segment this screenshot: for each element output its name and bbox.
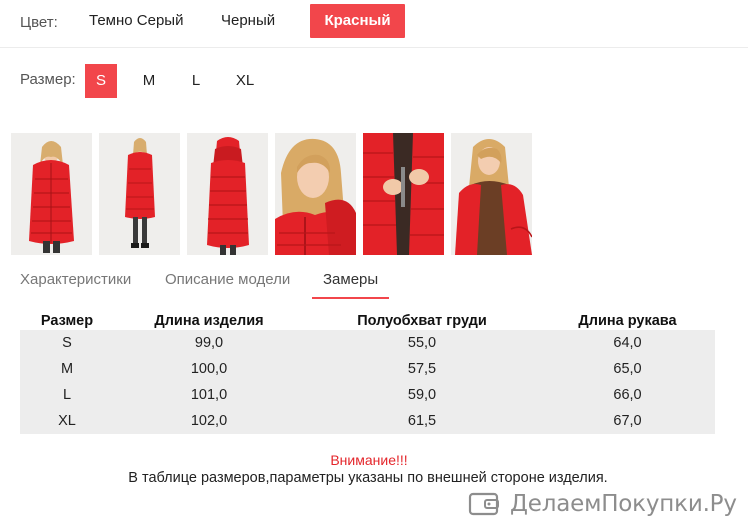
active-tab-underline [312, 297, 389, 299]
table-cell: 99,0 [114, 330, 304, 356]
color-label: Цвет: [20, 14, 58, 31]
table-cell: S [20, 330, 114, 356]
table-cell: 67,0 [540, 408, 715, 434]
table-row: S 99,0 55,0 64,0 [20, 330, 715, 356]
wallet-logo-icon [468, 492, 499, 516]
tab-model-description[interactable]: Описание модели [165, 271, 290, 288]
size-option-s[interactable]: S [85, 64, 117, 98]
table-cell: 55,0 [304, 330, 540, 356]
notice-text: В таблице размеров,параметры указаны по … [128, 470, 608, 486]
coat-full-length-photo[interactable] [99, 133, 180, 255]
table-row: XL 102,0 61,5 67,0 [20, 408, 715, 434]
table-cell: L [20, 382, 114, 408]
tab-characteristics[interactable]: Характеристики [20, 271, 131, 288]
tab-measurements[interactable]: Замеры [323, 271, 378, 288]
color-option-black[interactable]: Черный [221, 4, 275, 38]
color-option-dark-grey[interactable]: Темно Серый [89, 4, 183, 38]
table-cell: 61,5 [304, 408, 540, 434]
coat-hood-portrait-illustration [275, 133, 356, 255]
column-header-half-chest: Полуобхват груди [357, 313, 487, 329]
table-cell: 66,0 [540, 382, 715, 408]
size-selector: Размер: S M L XL [0, 62, 748, 102]
table-cell: M [20, 356, 114, 382]
table-cell: 101,0 [114, 382, 304, 408]
table-row: M 100,0 57,5 65,0 [20, 356, 715, 382]
size-option-m[interactable]: M [138, 64, 160, 98]
notice-title: Внимание!!! [330, 452, 408, 468]
coat-zipper-detail-photo[interactable] [363, 133, 444, 255]
column-header-length: Длина изделия [154, 313, 264, 329]
table-cell: XL [20, 408, 114, 434]
watermark-text: ДелаемПокупки.Ру [510, 491, 737, 517]
table-cell: 100,0 [114, 356, 304, 382]
table-cell: 59,0 [304, 382, 540, 408]
coat-back-illustration [187, 133, 268, 255]
coat-hood-portrait-photo[interactable] [275, 133, 356, 255]
table-cell: 65,0 [540, 356, 715, 382]
column-header-sleeve-length: Длина рукава [578, 313, 677, 329]
size-option-xl[interactable]: XL [233, 64, 257, 98]
coat-front-illustration [11, 133, 92, 255]
coat-zipper-detail-illustration [363, 133, 444, 255]
watermark: ДелаемПокупки.Ру [468, 488, 737, 520]
size-label: Размер: [20, 71, 76, 88]
coat-back-photo[interactable] [187, 133, 268, 255]
product-tabs: Характеристики Описание модели Замеры [0, 262, 748, 302]
table-cell: 64,0 [540, 330, 715, 356]
color-option-red[interactable]: Красный [310, 4, 405, 38]
color-selector: Цвет: Темно Серый Черный Красный [0, 0, 748, 48]
coat-open-photo[interactable] [451, 133, 532, 255]
table-cell: 102,0 [114, 408, 304, 434]
measurements-table: Размер Длина изделия Полуобхват груди Дл… [20, 306, 715, 434]
table-header-row: Размер Длина изделия Полуобхват груди Дл… [20, 306, 715, 330]
coat-open-illustration [451, 133, 532, 255]
size-option-l[interactable]: L [188, 64, 204, 98]
coat-full-length-illustration [99, 133, 180, 255]
table-cell: 57,5 [304, 356, 540, 382]
column-header-size: Размер [40, 313, 94, 329]
coat-front-photo[interactable] [11, 133, 92, 255]
table-row: L 101,0 59,0 66,0 [20, 382, 715, 408]
